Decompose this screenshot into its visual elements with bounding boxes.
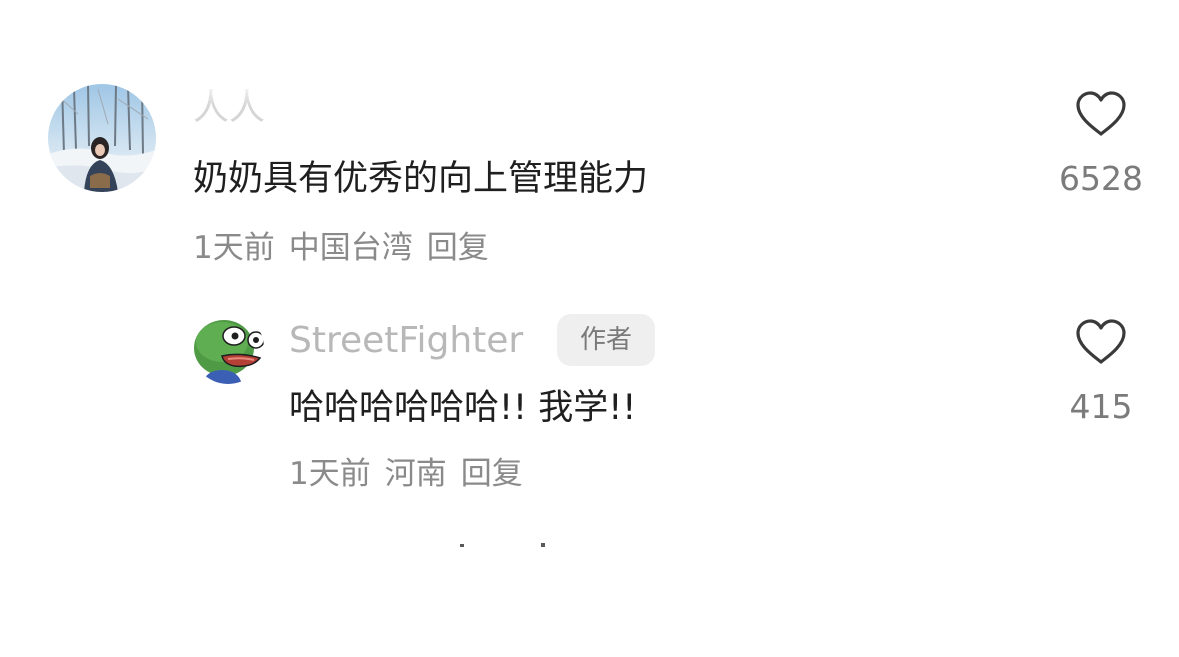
clipped-next-row-fragment (455, 533, 555, 547)
comment-username[interactable]: 人人 (193, 80, 265, 126)
heart-outline-icon[interactable] (1075, 318, 1127, 366)
green-frog-avatar-image (192, 312, 264, 384)
reply-username[interactable]: StreetFighter (289, 318, 523, 364)
winter-forest-avatar-image (48, 84, 156, 192)
avatar[interactable] (192, 312, 264, 384)
reply-button[interactable]: 回复 (427, 230, 489, 266)
comment-meta: 1天前 中国台湾 回复 (193, 226, 489, 270)
heart-outline-icon[interactable] (1075, 90, 1127, 138)
comment-location: 中国台湾 (288, 230, 413, 266)
reply-time: 1天前 (289, 456, 371, 492)
comment-time: 1天前 (193, 230, 275, 266)
reply-text: 哈哈哈哈哈哈!! 我学!! (289, 388, 637, 428)
comment-text: 奶奶具有优秀的向上管理能力 (193, 159, 649, 199)
author-badge: 作者 (557, 314, 655, 366)
reply-meta: 1天前 河南 回复 (289, 452, 523, 496)
reply-location: 河南 (384, 456, 447, 492)
reply-button[interactable]: 回复 (461, 456, 523, 492)
like-count: 415 (1069, 387, 1133, 426)
avatar[interactable] (48, 84, 156, 192)
like-count: 6528 (1059, 159, 1143, 198)
